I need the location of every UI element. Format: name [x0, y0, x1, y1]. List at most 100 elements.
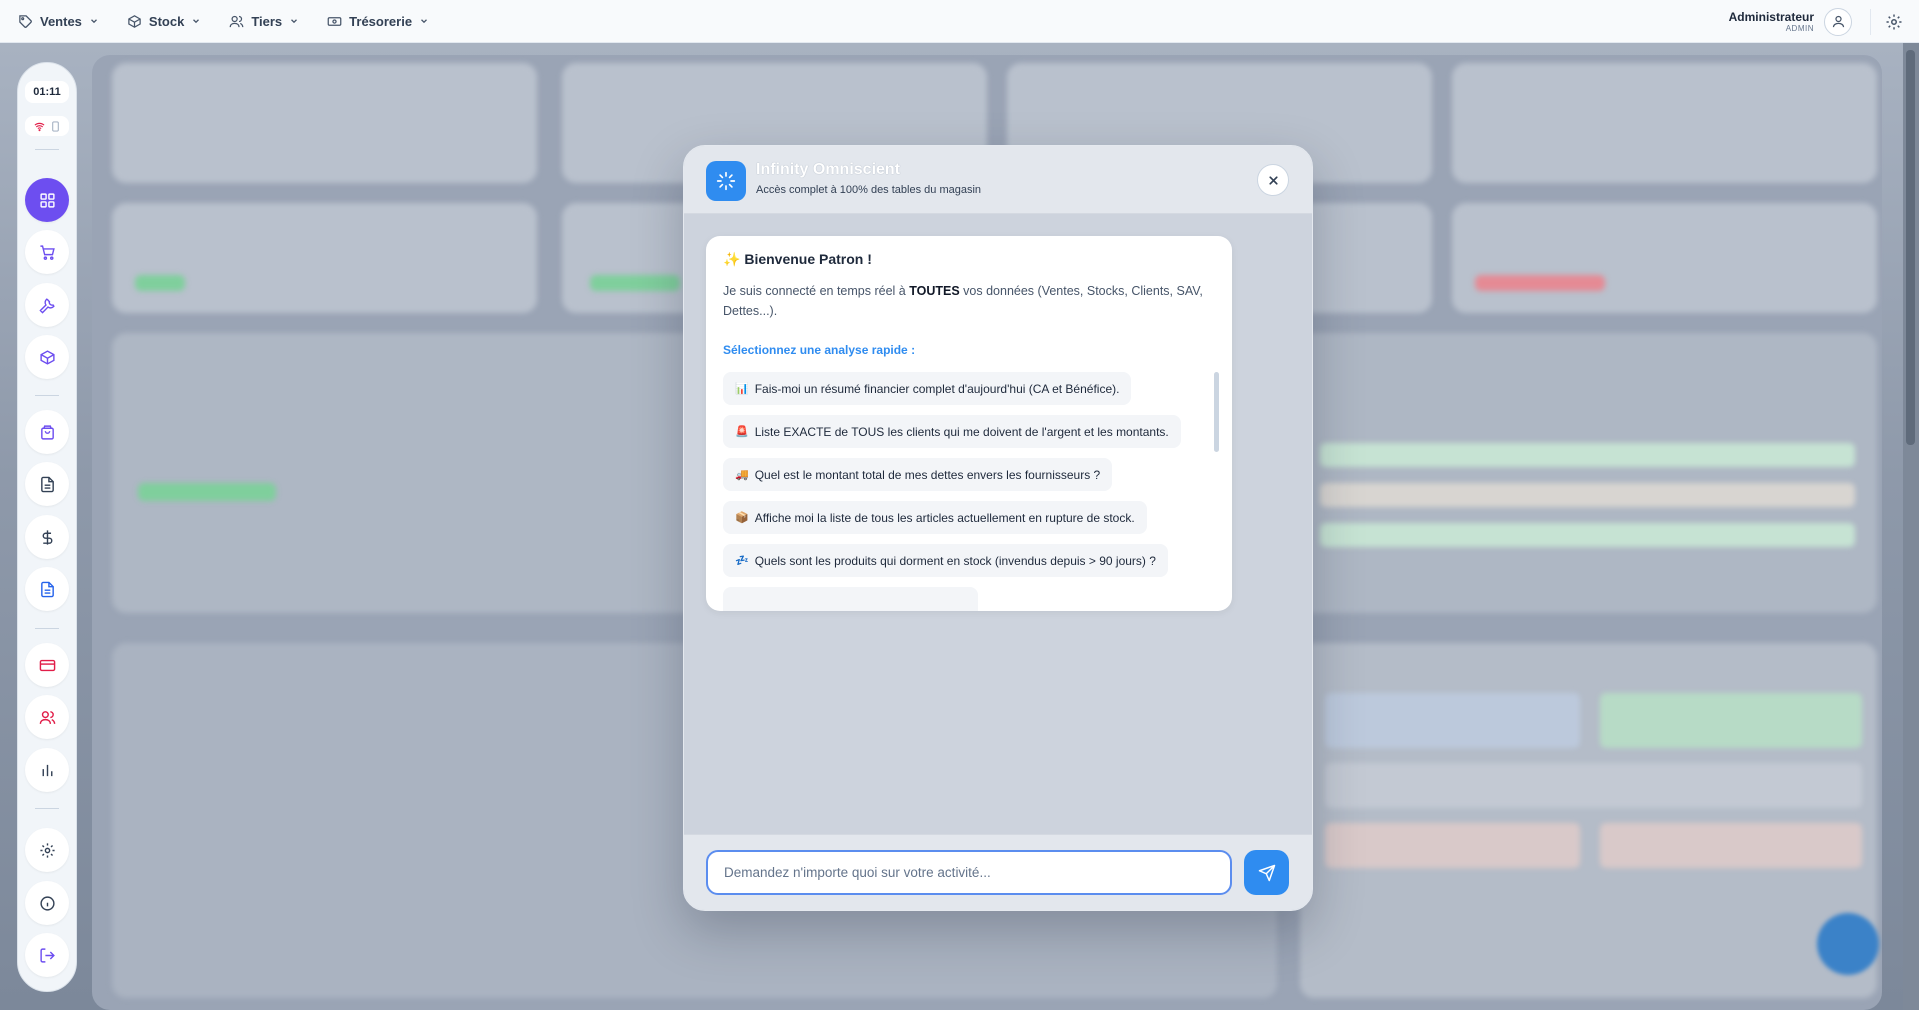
top-navbar: Ventes Stock Tiers Trésorerie Administra…	[0, 0, 1919, 43]
banknote-icon	[327, 16, 342, 26]
sidebar-separator	[35, 808, 59, 809]
nav-stock-label: Stock	[148, 13, 185, 29]
bg-row	[1320, 483, 1855, 507]
sidebar-item-invoices[interactable]	[25, 567, 69, 611]
bg-status-card	[1452, 203, 1877, 313]
suggestion-item[interactable]: 📦 Affiche moi la liste de tous les artic…	[723, 501, 1147, 534]
sidebar-item-logout[interactable]	[25, 933, 69, 977]
chevron-down-icon	[193, 19, 200, 24]
nav-ventes[interactable]: Ventes	[18, 14, 99, 29]
sidebar-item-settings[interactable]	[25, 828, 69, 872]
chart-icon: 📊	[735, 383, 749, 395]
user-info: Administrateur ADMIN	[1729, 11, 1814, 33]
bg-kpi-card	[1452, 63, 1877, 183]
send-icon	[1258, 864, 1275, 881]
bg-blue-pill	[1325, 693, 1580, 748]
suggestion-item[interactable]: 🚚 Quel est le montant total de mes dette…	[723, 458, 1113, 491]
bar-chart-icon	[42, 764, 52, 776]
welcome-title: ✨ Bienvenue Patron !	[723, 251, 872, 268]
connection-status	[25, 116, 69, 136]
credit-card-icon	[39, 659, 55, 671]
chat-input[interactable]	[706, 850, 1232, 895]
welcome-text-bold: TOUTES	[909, 284, 960, 298]
suggestion-text: Quel est le montant total de mes dettes …	[754, 467, 1101, 482]
package-icon: 📦	[735, 512, 749, 524]
suggestion-scrollbar[interactable]	[1214, 372, 1219, 452]
box-icon	[128, 14, 141, 28]
bg-chat-fab	[1817, 913, 1879, 975]
suggestion-item[interactable]: 🚨 Liste EXACTE de TOUS les clients qui m…	[723, 415, 1181, 448]
close-button[interactable]	[1257, 164, 1289, 196]
clock: 01:11	[25, 81, 69, 103]
dollar-icon	[42, 529, 52, 545]
sparkles-icon: ✨	[723, 251, 741, 267]
sidebar-item-info[interactable]	[25, 881, 69, 925]
suggestion-item[interactable]: 💤 Quels sont les produits qui dorment en…	[723, 544, 1168, 577]
chevron-down-icon	[421, 19, 427, 24]
suggestion-item-partial[interactable]	[723, 587, 978, 611]
nav-ventes-label: Ventes	[40, 13, 82, 29]
suggestion-text: Affiche moi la liste de tous les article…	[754, 510, 1135, 525]
bg-green-pill	[138, 483, 276, 501]
modal-header: Infinity Omniscient Accès complet à 100%…	[684, 146, 1312, 214]
sidebar-item-documents[interactable]	[25, 462, 69, 506]
nav-stock[interactable]: Stock	[127, 14, 201, 29]
quick-analysis-label: Sélectionnez une analyse rapide :	[723, 343, 916, 357]
users-icon	[39, 710, 55, 724]
bg-row	[1325, 763, 1862, 808]
welcome-title-text: Bienvenue Patron !	[744, 251, 872, 267]
sidebar-item-reports[interactable]	[25, 748, 69, 792]
welcome-message: ✨ Bienvenue Patron ! Je suis connecté en…	[706, 236, 1232, 611]
sidebar-item-cash[interactable]	[25, 515, 69, 559]
sidebar-item-purchases[interactable]	[25, 410, 69, 454]
avatar[interactable]	[1824, 7, 1852, 36]
cart-icon	[39, 244, 55, 260]
user-name: Administrateur	[1728, 9, 1814, 24]
sidebar-item-stock[interactable]	[25, 335, 69, 379]
bg-green-pill	[135, 275, 185, 291]
bg-kpi-card	[112, 63, 537, 183]
sidebar-item-clients[interactable]	[25, 695, 69, 739]
logout-icon	[39, 947, 55, 963]
send-button[interactable]	[1244, 850, 1289, 895]
sidebar-item-repairs[interactable]	[25, 283, 69, 327]
suggestion-item[interactable]: 📊 Fais-moi un résumé financier complet d…	[723, 372, 1132, 405]
bg-green-pill	[590, 275, 680, 291]
welcome-text-part: Je suis connecté en temps réel à	[723, 284, 910, 298]
bg-row	[1320, 523, 1855, 547]
modal-subtitle: Accès complet à 100% des tables du magas…	[756, 184, 982, 196]
grid-icon	[39, 192, 55, 208]
suggestion-text: Fais-moi un résumé financier complet d'a…	[754, 381, 1120, 396]
close-icon	[1268, 175, 1278, 185]
settings-gear-icon[interactable]	[1885, 13, 1903, 31]
bg-green-pill	[1600, 693, 1862, 748]
truck-icon: 🚚	[735, 469, 749, 481]
nav-tiers[interactable]: Tiers	[229, 14, 299, 29]
nav-tresorerie[interactable]: Trésorerie	[327, 14, 429, 29]
shopping-bag-icon	[40, 424, 54, 440]
document-icon	[40, 581, 54, 597]
phone-icon	[51, 120, 59, 132]
sidebar-separator	[35, 395, 59, 396]
divider	[1870, 8, 1871, 35]
user-icon	[1832, 15, 1844, 28]
bg-red-pill	[1325, 823, 1580, 868]
welcome-text: Je suis connecté en temps réel à TOUTES …	[723, 281, 1213, 321]
page-scrollbar-thumb[interactable]	[1906, 50, 1915, 445]
sidebar-item-payments[interactable]	[25, 643, 69, 687]
sidebar-item-sales[interactable]	[25, 230, 69, 274]
wifi-icon	[34, 122, 44, 131]
sidebar: 01:11	[17, 62, 77, 992]
file-text-icon	[40, 476, 54, 492]
user-role: ADMIN	[1785, 23, 1814, 33]
sparkle-loader-icon	[716, 171, 736, 191]
info-icon	[39, 895, 55, 911]
tag-icon	[19, 14, 32, 28]
bot-avatar	[706, 161, 746, 201]
nav-tresorerie-label: Trésorerie	[349, 13, 413, 29]
modal-title: Infinity Omniscient	[756, 161, 901, 178]
gear-icon	[39, 842, 55, 858]
nav-tiers-label: Tiers	[251, 13, 283, 29]
sidebar-item-dashboard[interactable]	[25, 178, 69, 222]
bg-red-pill	[1475, 275, 1605, 291]
